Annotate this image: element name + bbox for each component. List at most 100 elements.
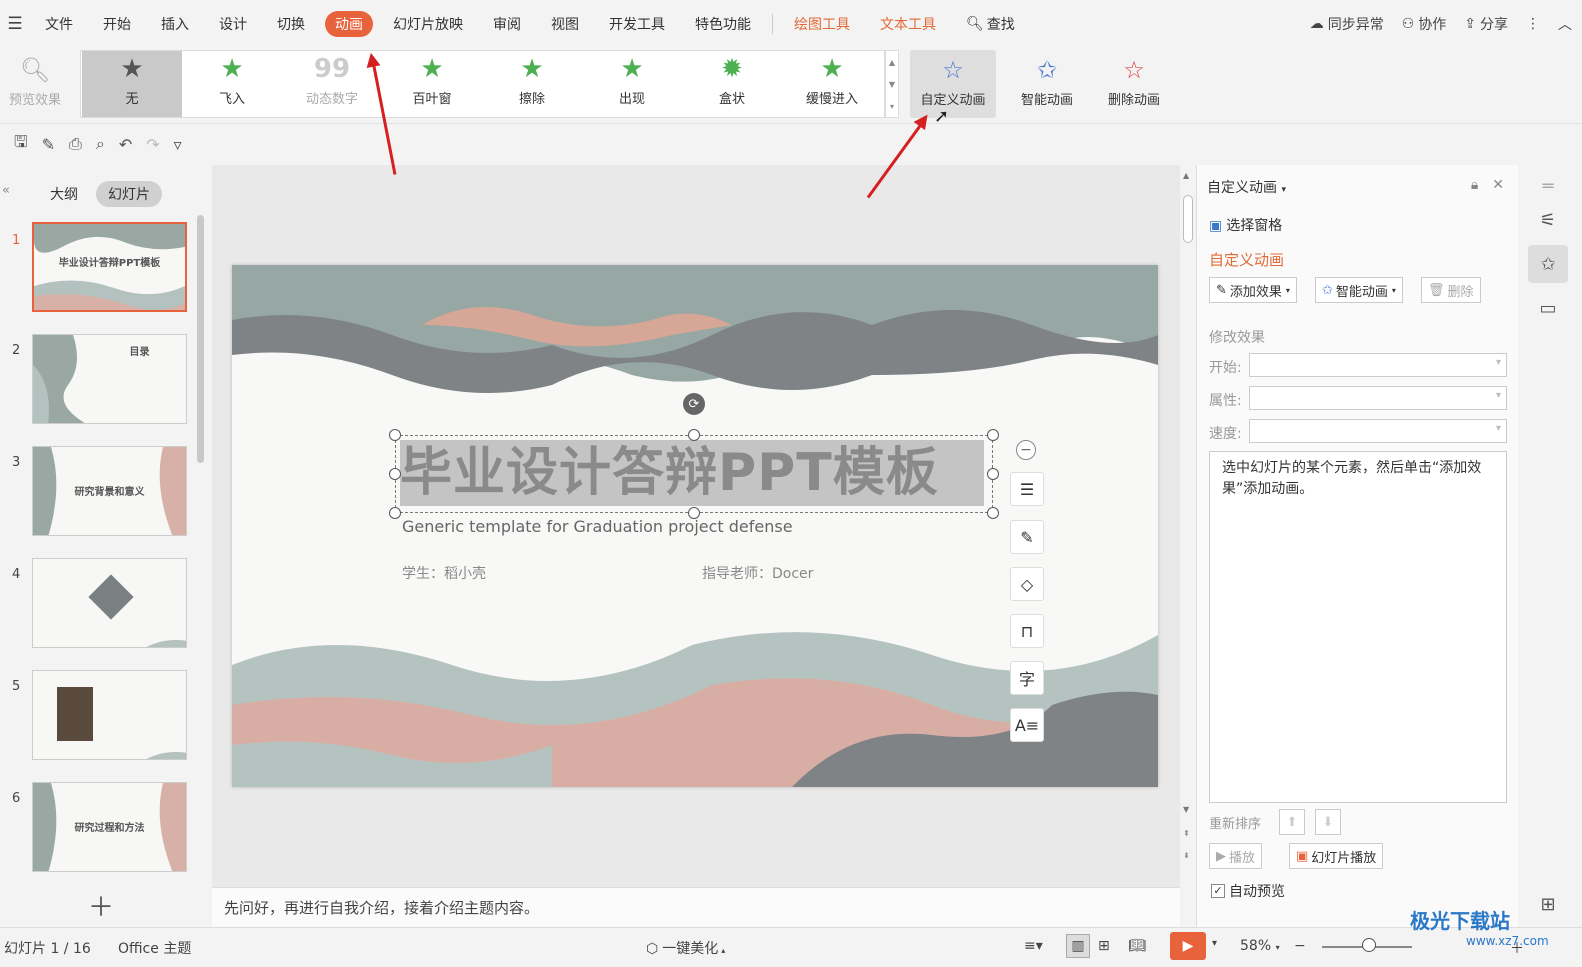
close-icon[interactable]: ✕: [1492, 177, 1504, 193]
rotate-handle-icon[interactable]: ⟳: [683, 393, 705, 415]
comments-icon[interactable]: ▭: [1528, 289, 1568, 327]
canvas-scroll-thumb[interactable]: [1183, 195, 1193, 243]
resize-handle[interactable]: [987, 429, 999, 441]
tab-home[interactable]: 开始: [93, 11, 141, 37]
tab-animation[interactable]: 动画: [325, 11, 373, 37]
slide-thumbnail-3[interactable]: 研究背景和意义: [32, 446, 187, 536]
slide-thumbnail-2[interactable]: 目录: [32, 334, 187, 424]
play-slideshow-button[interactable]: ▶: [1170, 932, 1206, 960]
tab-slides[interactable]: 幻灯片: [96, 181, 162, 207]
smart-animation-button[interactable]: ✩ 智能动画: [1008, 50, 1086, 118]
collapse-ribbon-icon[interactable]: ︿: [1558, 14, 1572, 34]
delete-animation-button[interactable]: ☆ 删除动画: [1098, 50, 1170, 118]
resize-handle[interactable]: [987, 507, 999, 519]
share-button[interactable]: ⇪ 分享: [1464, 14, 1508, 34]
animation-star-icon[interactable]: ✩: [1528, 245, 1568, 283]
start-select[interactable]: [1249, 353, 1507, 377]
print-preview-icon[interactable]: ⌕: [96, 134, 105, 154]
selection-pane-link[interactable]: ▣ 选择窗格: [1209, 215, 1282, 235]
slide-thumbnail-1[interactable]: 毕业设计答辩PPT模板: [32, 222, 187, 312]
auto-preview-checkbox[interactable]: ✓ 自动预览: [1211, 881, 1285, 901]
move-up-icon[interactable]: ⬆: [1279, 809, 1305, 835]
settings-sliders-icon[interactable]: ⚟: [1528, 201, 1568, 239]
layers-icon[interactable]: ☰: [1010, 472, 1044, 506]
hamburger-menu-icon[interactable]: ☰: [0, 0, 30, 48]
format-painter-icon[interactable]: ✎: [42, 135, 55, 154]
speed-select[interactable]: [1249, 419, 1507, 443]
slide-student[interactable]: 学生：稻小壳: [402, 563, 486, 583]
outline-icon[interactable]: ⊓: [1010, 614, 1044, 648]
effect-wipe[interactable]: ★ 擦除: [482, 51, 582, 117]
more-icon[interactable]: ⋮: [1526, 16, 1540, 32]
custom-animation-button[interactable]: ☆ 自定义动画: [910, 50, 996, 118]
slide-thumbnail-4[interactable]: [32, 558, 187, 648]
tab-insert[interactable]: 插入: [151, 11, 199, 37]
effect-none[interactable]: ★ 无: [82, 51, 182, 117]
next-slide-icon[interactable]: ⇟: [1183, 851, 1190, 860]
slide-teacher[interactable]: 指导老师：Docer: [702, 563, 813, 583]
zoom-level[interactable]: 58% ▾: [1240, 938, 1280, 954]
play-button[interactable]: ▶ 播放: [1209, 843, 1263, 869]
lock-icon[interactable]: 🔒︎: [1471, 177, 1478, 193]
collapse-panel-icon[interactable]: «: [2, 183, 10, 198]
tab-features[interactable]: 特色功能: [685, 11, 761, 37]
redo-icon[interactable]: ↷: [146, 135, 159, 154]
scroll-up-icon[interactable]: ▲: [1183, 171, 1189, 180]
zoom-slider-knob[interactable]: [1362, 938, 1376, 952]
scroll-down-icon[interactable]: ▼: [889, 80, 895, 89]
normal-view-icon[interactable]: ▥: [1066, 934, 1090, 958]
title-placeholder[interactable]: 毕业设计答辩PPT模板: [395, 435, 993, 513]
property-select[interactable]: [1249, 386, 1507, 410]
speaker-notes[interactable]: 先问好，再进行自我介绍，接着介绍主题内容。: [212, 887, 1180, 927]
tab-review[interactable]: 审阅: [483, 11, 531, 37]
zoom-out-icon[interactable]: −: [1294, 938, 1306, 954]
fill-color-icon[interactable]: ◇: [1010, 567, 1044, 601]
slide-subtitle[interactable]: Generic template for Graduation project …: [402, 517, 793, 536]
effect-fly-in[interactable]: ★ 飞入: [182, 51, 282, 117]
preview-effect-button[interactable]: 🔍︎ 预览效果: [4, 50, 66, 118]
reading-view-icon[interactable]: 📖︎: [1128, 938, 1146, 954]
move-down-icon[interactable]: ⬇: [1315, 809, 1341, 835]
undo-icon[interactable]: ↶: [119, 135, 132, 154]
slideshow-button[interactable]: ▣ 幻灯片播放: [1289, 843, 1384, 869]
effect-appear[interactable]: ★ 出现: [582, 51, 682, 117]
grid-apps-icon[interactable]: ⊞: [1528, 885, 1568, 923]
beautify-button[interactable]: ⬡ 一键美化 ▴: [646, 938, 725, 958]
add-effect-button[interactable]: ✎ 添加效果 ▾: [1209, 277, 1297, 303]
effect-blinds[interactable]: ★ 百叶窗: [382, 51, 482, 117]
pane-title[interactable]: 自定义动画 ▾: [1207, 177, 1286, 197]
collapse-float-icon[interactable]: −: [1016, 440, 1036, 460]
brush-icon[interactable]: ✎: [1010, 520, 1044, 554]
effect-ease-in[interactable]: ★ 缓慢进入: [782, 51, 882, 117]
resize-handle[interactable]: [688, 429, 700, 441]
text-style-icon[interactable]: 字: [1010, 661, 1044, 695]
tab-outline[interactable]: 大纲: [38, 181, 90, 207]
tab-drawing-tools[interactable]: 绘图工具: [784, 11, 860, 37]
customize-toolbar-icon[interactable]: ▿: [174, 135, 182, 154]
smart-animation-pane-button[interactable]: ✩ 智能动画 ▾: [1315, 277, 1403, 303]
theme-name[interactable]: Office 主题: [118, 938, 191, 958]
tab-view[interactable]: 视图: [541, 11, 589, 37]
slide-sorter-icon[interactable]: ⊞: [1098, 938, 1110, 954]
resize-handle[interactable]: [389, 468, 401, 480]
tab-developer[interactable]: 开发工具: [599, 11, 675, 37]
text-format-icon[interactable]: A≡: [1010, 708, 1044, 742]
gallery-scroll[interactable]: ▲ ▼ ▾: [885, 50, 899, 118]
resize-handle[interactable]: [987, 468, 999, 480]
delete-effect-button[interactable]: 🗑︎ 删除: [1421, 277, 1481, 303]
notes-toggle-icon[interactable]: ≡▾: [1024, 938, 1043, 954]
canvas-scrollbar[interactable]: ▲ ▼ ⇞ ⇟: [1180, 165, 1195, 887]
resize-handle[interactable]: [389, 429, 401, 441]
slide-panel-scrollbar[interactable]: [197, 215, 204, 463]
effect-box[interactable]: ✹ 盒状: [682, 51, 782, 117]
slide-thumbnail-6[interactable]: 研究过程和方法: [32, 782, 187, 872]
resize-handle[interactable]: [389, 507, 401, 519]
tab-transition[interactable]: 切换: [267, 11, 315, 37]
tab-text-tools[interactable]: 文本工具: [870, 11, 946, 37]
scroll-down-icon[interactable]: ▼: [1183, 805, 1189, 814]
menu-file[interactable]: 文件: [35, 11, 83, 37]
print-icon[interactable]: ⎙: [69, 134, 82, 154]
effect-list[interactable]: 选中幻灯片的某个元素，然后单击“添加效果”添加动画。: [1209, 451, 1507, 803]
tab-slideshow[interactable]: 幻灯片放映: [383, 11, 473, 37]
scroll-up-icon[interactable]: ▲: [889, 58, 895, 67]
